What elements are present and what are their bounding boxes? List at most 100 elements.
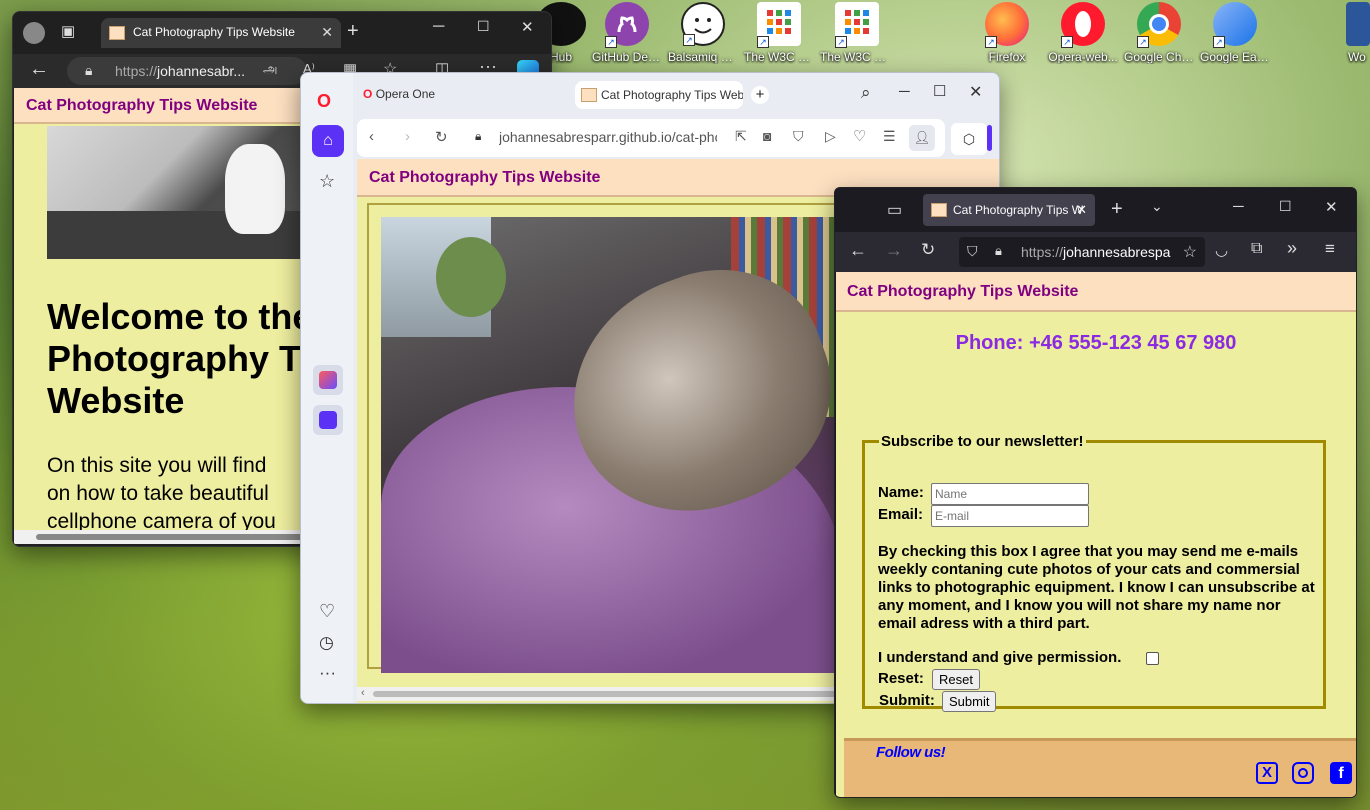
firefox-icon: ↗	[985, 2, 1029, 48]
site-title[interactable]: Cat Photography Tips Website	[26, 97, 257, 114]
close-tab-icon[interactable]: ✕	[1076, 202, 1087, 218]
scrollbar-thumb[interactable]	[36, 534, 336, 540]
back-icon[interactable]: ←	[29, 58, 49, 81]
w3c-grid-icon: ↗	[757, 2, 801, 48]
opera-logo-icon[interactable]: O	[317, 91, 331, 112]
back-icon[interactable]: ←	[849, 240, 867, 261]
github-desktop-icon: ↗	[605, 2, 649, 48]
list-tabs-chevron-down-icon[interactable]: ⌄	[1151, 198, 1163, 215]
edge-tab-active[interactable]: Cat Photography Tips Website ✕	[101, 18, 341, 48]
permission-checkbox[interactable]	[1146, 652, 1159, 665]
submit-button[interactable]: Submit	[942, 691, 997, 712]
opera-icon: ↗	[1061, 2, 1105, 48]
minimize-icon[interactable]: ─	[433, 18, 444, 36]
snapshot-camera-icon[interactable]: ◙	[763, 128, 771, 144]
vpn-shield-icon[interactable]: ⛉	[793, 128, 804, 145]
site-title[interactable]: Cat Photography Tips Website	[369, 169, 600, 186]
pocket-icon[interactable]: ◡	[1215, 241, 1228, 259]
reload-icon[interactable]: ↻	[435, 128, 448, 146]
desktop-icon-github-desktop[interactable]: ↗ GitHub Desktop	[590, 0, 664, 64]
name-input[interactable]	[931, 483, 1089, 505]
lock-icon: 🔒︎	[85, 62, 93, 78]
aria-sidebar-indicator	[987, 125, 992, 151]
opera-tab-bar: O Opera One Cat Photography Tips Web + ⌕…	[353, 73, 999, 119]
pinboard-heart-icon[interactable]: ♡	[319, 601, 335, 622]
scrollbar-thumb[interactable]	[373, 691, 843, 697]
more-sidebar-icon[interactable]: ···	[319, 663, 336, 683]
instagram-icon[interactable]	[1292, 762, 1314, 784]
opera-small-logo-icon: O	[363, 87, 373, 101]
minimize-icon[interactable]: ─	[899, 83, 910, 100]
x-icon[interactable]: X	[1256, 762, 1278, 784]
new-tab-icon[interactable]: +	[1111, 198, 1123, 221]
facebook-icon[interactable]: f	[1330, 762, 1352, 784]
extensions-cube-icon[interactable]: ⬡	[951, 123, 987, 155]
close-tab-icon[interactable]: ✕	[321, 24, 333, 41]
maximize-icon[interactable]: ☐	[477, 18, 490, 35]
aria-ai-icon[interactable]	[313, 365, 343, 395]
follow-us-text: Follow us!	[876, 744, 946, 761]
extensions-puzzle-icon[interactable]: ⧉	[1251, 240, 1262, 258]
bookmarks-star-icon[interactable]: ☆	[319, 171, 335, 192]
send-icon[interactable]: ⇱	[735, 128, 747, 145]
close-window-icon[interactable]: ✕	[521, 18, 534, 36]
home-icon[interactable]: ⌂	[312, 125, 344, 157]
tab-groups-icon[interactable]: ▭	[887, 200, 902, 220]
site-favicon-icon	[931, 203, 947, 217]
reset-button[interactable]: Reset	[932, 669, 980, 690]
new-tab-icon[interactable]: +	[751, 86, 769, 104]
back-icon[interactable]: ‹	[369, 128, 374, 145]
tracking-shield-icon: ⛉	[967, 243, 978, 259]
desktop-icon-opera[interactable]: ↗ Opera-web...	[1046, 0, 1120, 64]
site-title[interactable]: Cat Photography Tips Website	[847, 283, 1078, 300]
easy-setup-icon[interactable]: ☰	[883, 128, 896, 145]
hamburger-menu-icon[interactable]: ≡	[1325, 239, 1335, 259]
newsletter-fieldset: Subscribe to our newsletter! Name: Email…	[862, 433, 1326, 712]
pinboard-heart-icon[interactable]: ♡	[853, 127, 866, 145]
phone-number: Phone: +46 555-123 45 67 980	[955, 332, 1237, 354]
word-icon	[1346, 2, 1370, 46]
scroll-left-icon[interactable]: ‹	[361, 687, 365, 699]
desktop-icon-w3c-markup[interactable]: ↗ The W3C Markup...	[742, 0, 816, 64]
firefox-window[interactable]: ▭ Cat Photography Tips W ✕ + ⌄ ─ ☐ ✕ ← →…	[834, 187, 1357, 798]
profile-icon[interactable]: 👤︎	[909, 125, 935, 151]
bookmark-star-icon[interactable]: ☆	[1183, 242, 1197, 262]
consent-text: By checking this box I agree that you ma…	[878, 543, 1315, 632]
forward-icon[interactable]: →	[885, 240, 903, 261]
profile-avatar[interactable]	[23, 22, 45, 44]
desktop-icon-chrome[interactable]: ↗ Google Chrome	[1122, 0, 1196, 64]
maximize-icon[interactable]: ☐	[1279, 198, 1292, 215]
desktop-icon-google-earth[interactable]: ↗ Google Earth	[1198, 0, 1272, 64]
overflow-chevrons-icon[interactable]: »	[1287, 238, 1297, 259]
tab-actions-icon[interactable]: ▣	[61, 22, 75, 40]
close-window-icon[interactable]: ✕	[1325, 198, 1338, 216]
email-input[interactable]	[931, 505, 1089, 527]
opera-address-bar[interactable]: ‹ › ↻ 🔒︎ johannesabresparr.github.io/cat…	[357, 119, 945, 157]
email-label: Email:	[878, 506, 924, 523]
desktop-icon-firefox[interactable]: ↗ Firefox	[970, 0, 1044, 64]
newsletter-legend: Subscribe to our newsletter!	[881, 433, 1084, 450]
forward-icon[interactable]: ›	[405, 128, 410, 145]
close-window-icon[interactable]: ✕	[969, 82, 982, 102]
player-play-icon[interactable]: ▷	[825, 128, 836, 145]
new-tab-icon[interactable]: +	[347, 20, 359, 43]
maximize-icon[interactable]: ☐	[933, 82, 946, 100]
firefox-address-bar[interactable]: ⛉ 🔒︎ https://johannesabrespa ☆	[959, 237, 1205, 267]
read-aloud-icon[interactable]: அ	[263, 61, 277, 78]
lock-icon: 🔒︎	[475, 129, 482, 143]
opera-url-text[interactable]: johannesabresparr.github.io/cat-phot	[499, 129, 717, 145]
permission-label: I understand and give permission.	[878, 649, 1122, 666]
history-clock-icon[interactable]: ◷	[319, 633, 334, 653]
opera-tab-active[interactable]: Cat Photography Tips Web	[575, 81, 743, 109]
desktop-icon-w3c-css[interactable]: ↗ The W3C CSS Validation S...	[818, 0, 896, 64]
desktop-icon-word[interactable]: Wo	[1346, 0, 1370, 64]
reload-icon[interactable]: ↻	[921, 240, 935, 260]
edge-tab-bar: ▣ Cat Photography Tips Website ✕ + ─ ☐ ✕	[13, 12, 551, 54]
desktop-icon-balsamiq[interactable]: ↗ Balsamiq Wireframes	[666, 0, 740, 64]
firefox-tab-active[interactable]: Cat Photography Tips W ✕	[923, 194, 1095, 226]
search-tabs-icon[interactable]: ⌕	[861, 83, 871, 103]
music-player-icon[interactable]	[313, 405, 343, 435]
welcome-heading: Welcome to the Photography T Website	[47, 296, 313, 421]
minimize-icon[interactable]: ─	[1233, 198, 1244, 215]
cat-on-shelf-photo	[47, 126, 307, 259]
